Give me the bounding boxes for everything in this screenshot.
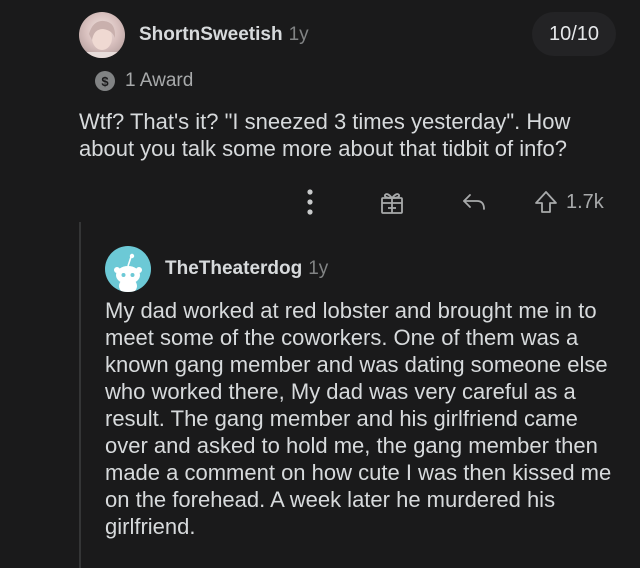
award-coin-icon: $ — [95, 71, 115, 91]
username[interactable]: ShortnSweetish — [139, 24, 283, 46]
comment-header: ShortnSweetish 1y — [79, 12, 309, 58]
reply-icon — [463, 194, 485, 210]
vote-count: 1.7k — [566, 190, 604, 213]
comment-body: My dad worked at red lobster and brought… — [105, 298, 612, 539]
comment-header: TheTheaterdog 1y — [105, 246, 328, 292]
give-award-button[interactable] — [372, 189, 412, 215]
award-label: 1 Award — [125, 70, 194, 91]
award-row[interactable]: $ 1 Award — [95, 70, 193, 92]
comment-body: Wtf? That's it? "I sneezed 3 times yeste… — [79, 109, 571, 161]
upvote-button[interactable]: 1.7k — [534, 190, 604, 214]
more-options-button[interactable] — [290, 189, 330, 215]
comment-actions: 1.7k — [290, 186, 616, 218]
snoo-avatar-icon — [114, 253, 142, 292]
avatar[interactable] — [105, 246, 151, 292]
rating-badge: 10/10 — [532, 12, 616, 56]
upvote-icon — [535, 191, 557, 213]
reply-button[interactable] — [454, 191, 494, 213]
more-options-icon — [307, 189, 313, 215]
comment-age: 1y — [288, 24, 309, 45]
profile-photo-icon — [79, 20, 125, 58]
gift-icon — [381, 193, 403, 214]
comment-age: 1y — [308, 258, 329, 279]
thread-line — [79, 222, 81, 568]
avatar[interactable] — [79, 12, 125, 58]
username[interactable]: TheTheaterdog — [165, 258, 302, 280]
